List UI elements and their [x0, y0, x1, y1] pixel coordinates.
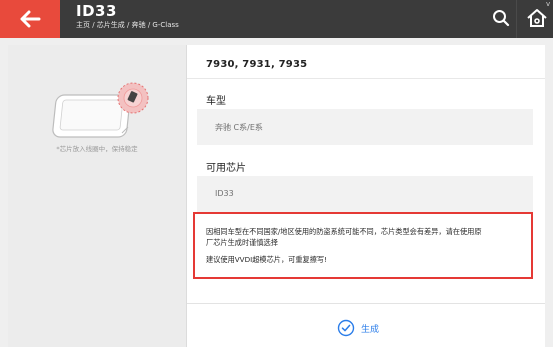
- toolbar-divider: [516, 0, 517, 38]
- top-bar: ID33 主页 / 芯片生成 / 奔驰 / G-Class v: [0, 0, 553, 38]
- chip-field: ID33: [197, 176, 533, 212]
- detail-panel: 7930, 7931, 7935 车型 奔驰 C系/E系 可用芯片 ID33 因…: [187, 45, 545, 347]
- search-icon: [493, 10, 510, 27]
- placement-hint: *芯片放入线圈中，保持稳定: [56, 145, 138, 153]
- programmer-device-icon: [52, 82, 149, 138]
- generate-button[interactable]: 生成: [337, 317, 379, 339]
- title-block: ID33 主页 / 芯片生成 / 奔驰 / G-Class: [76, 3, 179, 30]
- chip-id-list: 7930, 7931, 7935: [206, 59, 308, 70]
- check-circle-icon: [337, 319, 355, 337]
- warning-notice: 因相同车型在不同国家/地区使用的防盗系统可能不同，芯片类型会有差异，请在使用原 …: [193, 212, 533, 279]
- vehicle-label: 车型: [206, 96, 226, 107]
- page-title: ID33: [76, 2, 117, 20]
- home-button[interactable]: [525, 6, 549, 30]
- chip-label: 可用芯片: [206, 163, 246, 174]
- breadcrumb: 主页 / 芯片生成 / 奔驰 / G-Class: [76, 21, 179, 29]
- vehicle-value: 奔驰 C系/E系: [215, 123, 263, 132]
- footer-divider: [187, 303, 545, 304]
- left-panel: *芯片放入线圈中，保持稳定: [8, 45, 186, 347]
- chip-value: ID33: [215, 189, 234, 198]
- corner-mark: v: [546, 0, 551, 8]
- back-button[interactable]: [0, 0, 60, 38]
- back-arrow-icon: [20, 10, 41, 28]
- vehicle-field: 奔驰 C系/E系: [197, 109, 533, 145]
- home-icon: [527, 9, 547, 27]
- search-button[interactable]: [491, 8, 511, 28]
- warning-line-1: 因相同车型在不同国家/地区使用的防盗系统可能不同，芯片类型会有差异，请在使用原: [206, 227, 482, 236]
- generate-label: 生成: [361, 324, 380, 335]
- divider: [187, 78, 545, 79]
- warning-line-3: 建议使用VVDI超模芯片，可重复擦写!: [206, 255, 327, 264]
- warning-line-2: 厂芯片生成时谨慎选择: [206, 238, 278, 247]
